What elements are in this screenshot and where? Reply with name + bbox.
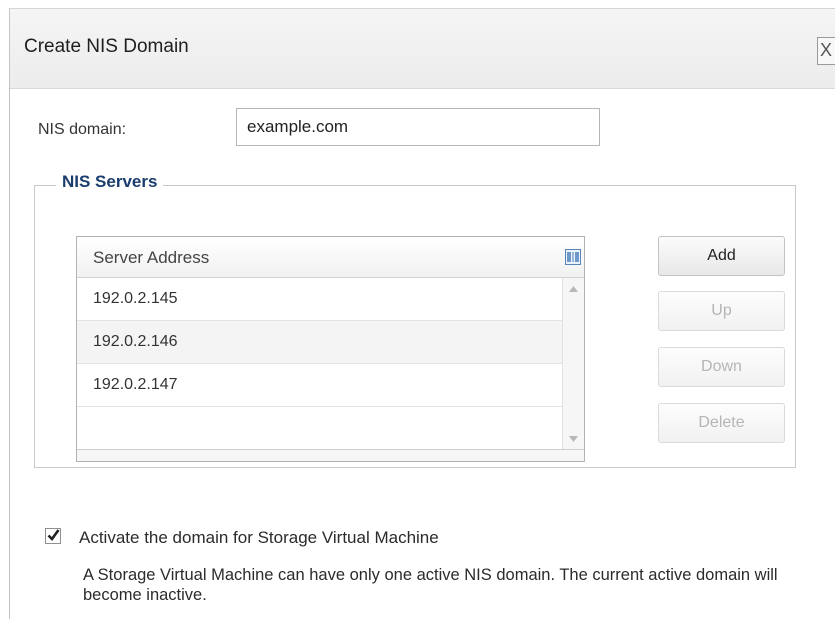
- activate-domain-checkbox[interactable]: [45, 528, 61, 544]
- server-address-cell: 192.0.2.146: [93, 333, 178, 350]
- server-address-grid: Server Address 192.0.2.145 192.0.2.146 1…: [76, 236, 585, 462]
- checkmark-icon[interactable]: [47, 528, 60, 542]
- down-button[interactable]: Down: [658, 347, 785, 387]
- table-row[interactable]: 192.0.2.146: [77, 321, 562, 364]
- activate-domain-label[interactable]: Activate the domain for Storage Virtual …: [79, 528, 439, 548]
- add-button[interactable]: Add: [658, 236, 785, 276]
- delete-button[interactable]: Delete: [658, 403, 785, 443]
- table-row[interactable]: 192.0.2.145: [77, 278, 562, 321]
- activate-domain-note: A Storage Virtual Machine can have only …: [83, 566, 778, 604]
- column-menu-button[interactable]: [562, 237, 584, 278]
- column-header-server-address[interactable]: Server Address: [93, 248, 209, 268]
- table-row[interactable]: [77, 407, 562, 450]
- scroll-up-icon[interactable]: [569, 286, 578, 292]
- grid-header[interactable]: Server Address: [77, 237, 562, 278]
- dialog-title: Create NIS Domain: [24, 36, 189, 57]
- server-address-cell: 192.0.2.147: [93, 376, 178, 393]
- nis-domain-input[interactable]: [236, 108, 600, 146]
- close-button[interactable]: X: [817, 37, 835, 65]
- scroll-down-icon[interactable]: [569, 436, 578, 442]
- server-address-cell: 192.0.2.145: [93, 290, 178, 307]
- up-button[interactable]: Up: [658, 291, 785, 331]
- column-menu-icon[interactable]: [565, 249, 581, 265]
- close-icon[interactable]: X: [820, 40, 832, 60]
- horizontal-scrollbar[interactable]: [77, 449, 584, 461]
- dialog-titlebar[interactable]: Create NIS Domain X: [10, 9, 835, 89]
- nis-servers-legend: NIS Servers: [56, 172, 164, 192]
- vertical-scrollbar[interactable]: [562, 278, 584, 450]
- nis-domain-label: NIS domain:: [38, 121, 127, 138]
- table-row[interactable]: 192.0.2.147: [77, 364, 562, 407]
